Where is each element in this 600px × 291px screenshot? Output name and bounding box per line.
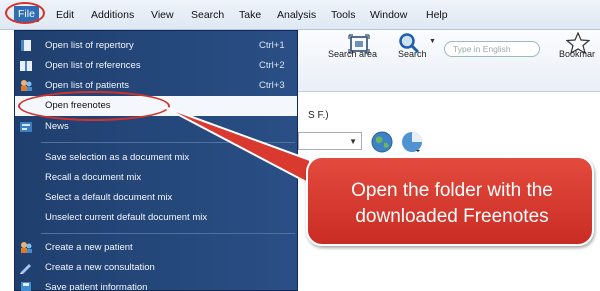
menu-additions[interactable]: Additions	[91, 9, 134, 21]
search-input[interactable]: Type in English	[444, 41, 540, 57]
menu-item-select-default-mix[interactable]: Select a default document mix	[15, 188, 297, 208]
menu-item-create-consultation[interactable]: Create a new consultation	[15, 258, 297, 278]
menu-take[interactable]: Take	[239, 9, 261, 21]
references-book-icon	[20, 61, 32, 71]
menu-item-open-references[interactable]: Open list of references Ctrl+2	[15, 56, 297, 76]
patients-icon	[21, 80, 32, 91]
bookmark-label[interactable]: Bookmar	[559, 49, 595, 59]
instruction-callout: Open the folder with the downloaded Free…	[306, 156, 594, 246]
dropdown-arrow-icon[interactable]: ▼	[429, 38, 436, 45]
new-consultation-icon	[20, 264, 31, 274]
pie-chart-icon[interactable]	[400, 130, 424, 154]
callout-pointer	[161, 105, 311, 186]
menu-bar: File Edit Additions View Search Take Ana…	[0, 0, 600, 30]
menu-item-open-repertory[interactable]: Open list of repertory Ctrl+1	[15, 36, 297, 56]
menu-item-unselect-default-mix[interactable]: Unselect current default document mix	[15, 208, 297, 228]
file-menu-highlight-ring	[5, 2, 45, 24]
menu-separator	[41, 233, 295, 234]
callout-line-2: downloaded Freenotes	[355, 206, 549, 227]
globe-icon[interactable]	[370, 130, 394, 154]
menu-tools[interactable]: Tools	[331, 9, 356, 21]
menu-item-save-patient-information[interactable]: Save patient information	[15, 278, 297, 291]
search-label[interactable]: Search	[398, 49, 427, 59]
save-icon	[21, 282, 31, 291]
chevron-down-icon: ▼	[349, 137, 357, 146]
open-freenotes-highlight-ring	[18, 91, 170, 121]
toolbar	[298, 30, 600, 92]
menu-window[interactable]: Window	[370, 9, 407, 21]
new-patient-icon	[21, 242, 32, 253]
menu-view[interactable]: View	[151, 9, 174, 21]
menu-edit[interactable]: Edit	[56, 9, 74, 21]
search-area-label[interactable]: Search area	[328, 49, 377, 59]
menu-item-create-patient[interactable]: Create a new patient	[15, 238, 297, 258]
menu-help[interactable]: Help	[426, 9, 448, 21]
menu-search[interactable]: Search	[191, 9, 224, 21]
news-icon	[20, 122, 32, 132]
repertory-book-icon	[21, 40, 31, 51]
callout-line-1: Open the folder with the	[351, 180, 553, 201]
menu-analysis[interactable]: Analysis	[277, 9, 316, 21]
